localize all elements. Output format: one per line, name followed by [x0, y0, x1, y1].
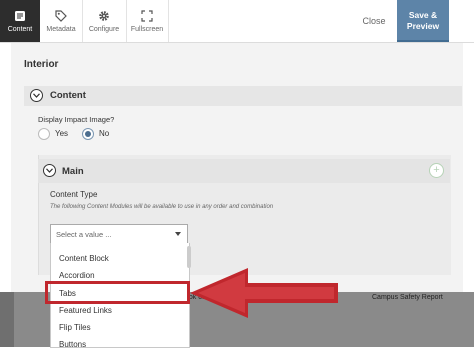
tab-content-label: Content	[7, 25, 33, 33]
editor-toolbar: Content Metadata Configure Fullscreen Cl…	[0, 0, 474, 43]
close-button[interactable]: Close	[356, 0, 392, 42]
annotation-arrow	[190, 268, 338, 318]
tab-fullscreen-label: Fullscreen	[130, 25, 164, 33]
radio-yes[interactable]	[38, 128, 50, 140]
panel-title: Interior	[24, 59, 59, 70]
tab-fullscreen[interactable]: Fullscreen	[126, 0, 169, 42]
content-type-select[interactable]: Select a value ...	[50, 224, 188, 244]
document-icon	[15, 10, 25, 21]
content-section-header[interactable]	[24, 86, 462, 106]
background-strip	[0, 292, 14, 347]
chevron-down-icon[interactable]	[43, 164, 56, 177]
tab-content[interactable]: Content	[0, 0, 40, 42]
save-label-line1: Save &	[408, 10, 438, 20]
tab-metadata[interactable]: Metadata	[40, 0, 83, 42]
content-type-description: The following Content Modules will be av…	[50, 204, 274, 210]
select-placeholder: Select a value ...	[56, 230, 112, 239]
dropdown-item-flip-tiles[interactable]: Flip Tiles	[59, 323, 91, 332]
add-icon[interactable]: +	[429, 163, 444, 178]
dropdown-item-featured-links[interactable]: Featured Links	[59, 306, 112, 315]
radio-yes-label: Yes	[55, 129, 69, 138]
save-button-underline	[397, 40, 449, 42]
content-section-label: Content	[50, 90, 86, 101]
dropdown-partial-item: - - - - - - - - - -	[59, 243, 106, 246]
tab-configure-label: Configure	[88, 25, 120, 33]
highlight-box	[45, 281, 190, 304]
radio-no[interactable]	[82, 128, 94, 140]
save-label-line2: Preview	[406, 21, 440, 31]
main-section-label: Main	[62, 166, 84, 177]
fullscreen-icon	[141, 9, 153, 22]
tab-metadata-label: Metadata	[46, 25, 76, 33]
gear-icon	[99, 10, 109, 21]
impact-image-label: Display Impact Image?	[38, 115, 115, 124]
tab-configure[interactable]: Configure	[82, 0, 127, 42]
save-preview-button[interactable]: Save & Preview	[397, 0, 449, 42]
content-type-label: Content Type	[50, 190, 98, 199]
main-section-header[interactable]	[38, 159, 450, 183]
tag-icon	[55, 9, 67, 22]
dropdown-item-accordion[interactable]: Accordion	[59, 271, 95, 280]
chevron-down-icon[interactable]	[30, 89, 43, 102]
background-text-right: Campus Safety Report	[372, 294, 443, 301]
caret-down-icon	[175, 232, 181, 236]
radio-no-label: No	[99, 129, 110, 138]
dropdown-item-content-block[interactable]: Content Block	[59, 254, 109, 263]
